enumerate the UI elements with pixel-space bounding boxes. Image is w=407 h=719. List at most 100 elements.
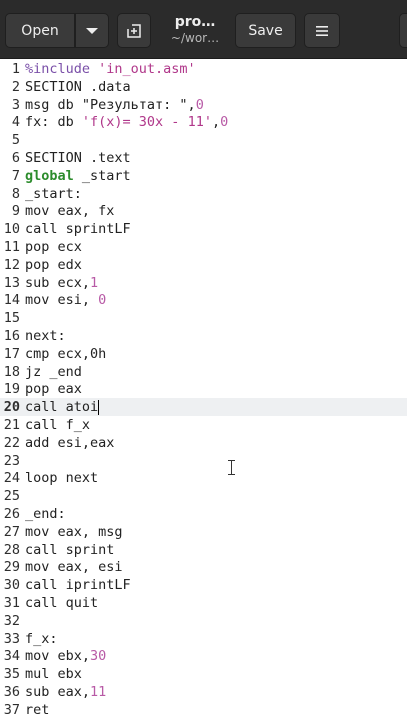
line-number: 11: [3, 239, 20, 255]
code-line[interactable]: 36 sub eax,11: [0, 683, 407, 701]
code-line[interactable]: 7 global _start: [0, 167, 407, 185]
code-line[interactable]: 8 _start:: [0, 185, 407, 203]
close-button[interactable]: [399, 13, 407, 48]
code-line[interactable]: 19 pop eax: [0, 380, 407, 398]
open-button[interactable]: Open: [5, 13, 75, 48]
code-line[interactable]: 22 add esi,eax: [0, 434, 407, 452]
code-line[interactable]: 32: [0, 612, 407, 630]
code-line[interactable]: 33 f_x:: [0, 630, 407, 648]
line-number: 15: [3, 310, 20, 327]
code-line[interactable]: 12 pop edx: [0, 256, 407, 274]
code-token: %include: [25, 61, 99, 77]
code-text: call atoi: [25, 398, 98, 416]
menu-button[interactable]: [304, 13, 340, 48]
line-number: 31: [3, 595, 20, 611]
line-number: 1: [11, 61, 20, 77]
line-number: 16: [3, 328, 20, 344]
line-number: 36: [3, 684, 20, 700]
line-number: 3: [11, 96, 20, 113]
code-line[interactable]: 27 mov eax, msg: [0, 523, 407, 541]
line-number: 25: [3, 488, 20, 505]
code-text: sub eax,11: [25, 683, 106, 701]
code-text: mov eax, fx: [25, 202, 114, 220]
code-line[interactable]: 2 SECTION .data: [0, 78, 407, 96]
code-text: loop next: [25, 469, 98, 487]
code-line[interactable]: 23: [0, 452, 407, 470]
code-line[interactable]: 13 sub ecx,1: [0, 274, 407, 292]
code-text: call f_x: [25, 416, 90, 434]
code-text: mov eax, esi: [25, 558, 123, 576]
code-text: mul ebx: [25, 665, 82, 683]
code-text: pop edx: [25, 256, 82, 274]
code-token: mov ebx,: [25, 648, 91, 665]
code-token: 11: [90, 684, 107, 700]
code-text: global _start: [25, 167, 131, 185]
code-token: 30: [90, 648, 107, 665]
code-line[interactable]: 18 jz _end: [0, 363, 407, 381]
line-number: 29: [3, 559, 20, 576]
code-line[interactable]: 24 loop next: [0, 469, 407, 487]
code-text: fx: db 'f(x)= 30x - 11',0: [25, 113, 228, 131]
code-line[interactable]: 4 fx: db 'f(x)= 30x - 11',0: [0, 113, 407, 131]
code-token: _start: [73, 167, 131, 184]
code-token: call f_x: [25, 417, 91, 433]
code-editor[interactable]: 1 %include 'in_out.asm' 2 SECTION .data 3 msg…: [0, 59, 407, 719]
code-token: 1: [90, 274, 99, 291]
code-line[interactable]: 15: [0, 309, 407, 327]
line-number: 37: [3, 701, 20, 718]
document-title: pro…: [174, 14, 216, 30]
code-line[interactable]: 26 _end:: [0, 505, 407, 523]
code-text: next:: [25, 327, 66, 345]
code-line[interactable]: 34 mov ebx,30: [0, 647, 407, 665]
code-token: loop next: [25, 470, 99, 487]
code-text: jz _end: [25, 363, 82, 381]
line-number: 34: [3, 648, 20, 665]
line-number: 10: [3, 221, 20, 238]
code-line[interactable]: 6 SECTION .text: [0, 149, 407, 167]
code-token: sub eax,: [25, 684, 91, 700]
code-line[interactable]: 29 mov eax, esi: [0, 558, 407, 576]
new-tab-button[interactable]: [117, 13, 151, 48]
line-number: 2: [11, 78, 20, 95]
code-line[interactable]: 35 mul ebx: [0, 665, 407, 683]
code-line[interactable]: 25: [0, 487, 407, 505]
line-number: 6: [11, 150, 20, 166]
code-token: msg db "Результат: ",: [25, 96, 196, 113]
line-number: 32: [3, 612, 20, 629]
header-bar: Open pro… ~/wor… Save: [0, 0, 407, 59]
code-line[interactable]: 11 pop ecx: [0, 238, 407, 256]
code-line[interactable]: 17 cmp ecx,0h: [0, 345, 407, 363]
code-line[interactable]: 20 call atoi: [0, 398, 407, 417]
line-number: 35: [3, 666, 20, 683]
code-line[interactable]: 9 mov eax, fx: [0, 202, 407, 220]
code-line[interactable]: 31 call quit: [0, 594, 407, 612]
code-line[interactable]: 10 call sprintLF: [0, 220, 407, 238]
code-token: add esi,eax: [25, 434, 115, 451]
code-token: pop eax: [25, 381, 82, 398]
code-text: mov eax, msg: [25, 523, 123, 541]
line-number: 20: [3, 399, 20, 416]
code-token: 'in_out.asm': [98, 61, 196, 77]
line-number: 26: [3, 506, 20, 522]
code-line[interactable]: 16 next:: [0, 327, 407, 345]
code-line[interactable]: 30 call iprintLF: [0, 576, 407, 594]
code-line[interactable]: 37 ret: [0, 701, 407, 719]
code-token: sub ecx,: [25, 274, 91, 291]
code-line[interactable]: 1 %include 'in_out.asm': [0, 60, 407, 78]
code-text: pop eax: [25, 380, 82, 398]
open-button-label: Open: [21, 22, 59, 39]
code-token: 0: [220, 114, 229, 131]
code-token: jz _end: [25, 363, 82, 380]
code-line[interactable]: 14 mov esi, 0: [0, 291, 407, 309]
line-number: 28: [3, 541, 20, 558]
code-line[interactable]: 5: [0, 131, 407, 149]
save-button[interactable]: Save: [235, 13, 296, 48]
new-document-icon: [126, 22, 141, 38]
open-dropdown-button[interactable]: [75, 13, 109, 48]
code-line[interactable]: 28 call sprint: [0, 541, 407, 559]
code-token: call sprintLF: [25, 221, 131, 238]
code-token: mov eax, msg: [25, 523, 123, 540]
code-line[interactable]: 3 msg db "Результат: ",0: [0, 96, 407, 114]
code-line[interactable]: 21 call f_x: [0, 416, 407, 434]
code-text: cmp ecx,0h: [25, 345, 106, 363]
